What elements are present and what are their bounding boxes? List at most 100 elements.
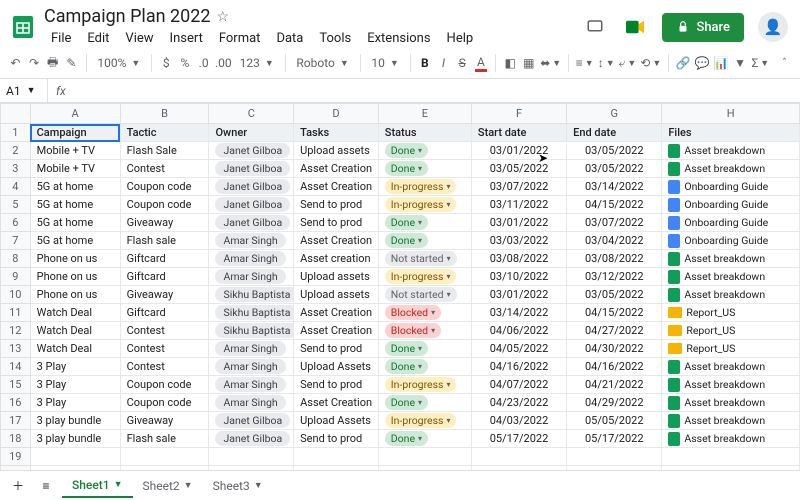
file-link[interactable]: Onboarding Guide xyxy=(668,216,793,230)
row-header[interactable]: 20 xyxy=(1,466,31,471)
cell[interactable]: 04/06/2022 xyxy=(471,322,566,340)
file-link[interactable]: Onboarding Guide xyxy=(668,198,793,212)
cell[interactable]: Amar Singh xyxy=(209,232,294,250)
file-link[interactable]: Asset breakdown xyxy=(668,432,793,446)
col-header-H[interactable]: H xyxy=(662,104,800,124)
borders-icon[interactable]: ▦ xyxy=(522,52,537,74)
cell[interactable]: Janet Gilboa xyxy=(209,142,294,160)
cell[interactable]: Asset breakdown xyxy=(662,268,800,286)
bold-button[interactable]: B xyxy=(417,52,432,74)
menu-help[interactable]: Help xyxy=(440,29,481,48)
row-header[interactable]: 8 xyxy=(1,250,31,268)
chart-icon[interactable]: 📊 xyxy=(714,52,729,74)
add-sheet-button[interactable]: ＋ xyxy=(6,475,30,497)
cell[interactable] xyxy=(120,448,209,466)
cell[interactable]: 04/07/2022 xyxy=(471,376,566,394)
cell[interactable]: Upload Assets xyxy=(294,358,379,376)
cell[interactable]: 04/21/2022 xyxy=(567,376,662,394)
increase-decimal-icon[interactable]: .00 xyxy=(215,52,232,74)
col-header-D[interactable]: D xyxy=(294,104,379,124)
functions-icon[interactable]: Σ▼ xyxy=(751,52,769,74)
decrease-decimal-icon[interactable]: .0 xyxy=(196,52,211,74)
row-header[interactable]: 12 xyxy=(1,322,31,340)
paint-format-icon[interactable]: ✎ xyxy=(64,52,79,74)
menu-edit[interactable]: Edit xyxy=(80,29,116,48)
cell[interactable]: Coupon code xyxy=(120,394,209,412)
cell[interactable]: Phone on us xyxy=(30,268,120,286)
cell[interactable]: Giftcard xyxy=(120,250,209,268)
cell[interactable]: Not started▾ xyxy=(378,250,471,268)
file-link[interactable]: Asset breakdown xyxy=(668,288,793,302)
cell[interactable]: 3 Play xyxy=(30,394,120,412)
print-icon[interactable]: 🖶 xyxy=(45,52,60,74)
owner-chip[interactable]: Sikhu Baptista xyxy=(215,305,293,320)
cell[interactable]: Report_US xyxy=(662,322,800,340)
cell[interactable]: Mobile + TV xyxy=(30,160,120,178)
cell[interactable]: Onboarding Guide xyxy=(662,196,800,214)
menu-file[interactable]: File xyxy=(44,29,78,48)
cell[interactable]: 03/07/2022 xyxy=(471,178,566,196)
owner-chip[interactable]: Amar Singh xyxy=(215,359,285,374)
cell[interactable]: Asset creation xyxy=(294,250,379,268)
cell[interactable]: 3 play bundle xyxy=(30,430,120,448)
cell[interactable]: Onboarding Guide xyxy=(662,214,800,232)
file-link[interactable]: Report_US xyxy=(668,342,793,355)
cell[interactable]: Contest xyxy=(120,160,209,178)
italic-button[interactable]: I xyxy=(436,52,451,74)
cell[interactable]: Done▾ xyxy=(378,430,471,448)
cell[interactable]: Janet Gilboa xyxy=(209,196,294,214)
status-pill[interactable]: Blocked▾ xyxy=(385,323,441,338)
cell[interactable]: In-progress▾ xyxy=(378,412,471,430)
cell[interactable]: Asset Creation xyxy=(294,304,379,322)
file-link[interactable]: Asset breakdown xyxy=(668,270,793,284)
undo-icon[interactable]: ↶ xyxy=(8,52,23,74)
row-header[interactable]: 17 xyxy=(1,412,31,430)
cell[interactable]: Sikhu Baptista xyxy=(209,286,294,304)
num-format-select[interactable]: 123▼ xyxy=(236,56,278,70)
header-cell[interactable]: Status xyxy=(378,124,471,142)
cell[interactable] xyxy=(662,448,800,466)
owner-chip[interactable]: Amar Singh xyxy=(215,341,285,356)
cell[interactable]: Asset Creation xyxy=(294,322,379,340)
cell[interactable]: Upload Assets xyxy=(294,412,379,430)
cell[interactable] xyxy=(567,448,662,466)
cell[interactable]: Janet Gilboa xyxy=(209,412,294,430)
owner-chip[interactable]: Amar Singh xyxy=(215,269,285,284)
cell[interactable]: 03/05/2022 xyxy=(567,142,662,160)
row-header[interactable]: 1 xyxy=(1,124,31,142)
merge-cells-icon[interactable]: ⬌▼ xyxy=(540,52,561,74)
cell[interactable]: Giveaway xyxy=(120,214,209,232)
cell[interactable]: Contest xyxy=(120,358,209,376)
file-link[interactable]: Asset breakdown xyxy=(668,396,793,410)
row-header[interactable]: 11 xyxy=(1,304,31,322)
header-cell[interactable]: Start date xyxy=(471,124,566,142)
cell[interactable]: 04/23/2022 xyxy=(471,394,566,412)
cell[interactable]: Coupon code xyxy=(120,178,209,196)
row-header[interactable]: 14 xyxy=(1,358,31,376)
redo-icon[interactable]: ↷ xyxy=(27,52,42,74)
menu-extensions[interactable]: Extensions xyxy=(360,29,437,48)
status-pill[interactable]: In-progress▾ xyxy=(385,197,457,212)
menu-insert[interactable]: Insert xyxy=(163,29,210,48)
row-header[interactable]: 18 xyxy=(1,430,31,448)
file-link[interactable]: Report_US xyxy=(668,306,793,319)
owner-chip[interactable]: Janet Gilboa xyxy=(215,161,290,176)
cell[interactable]: 5G at home xyxy=(30,196,120,214)
cell[interactable]: Report_US xyxy=(662,304,800,322)
cell[interactable]: 03/05/2022 xyxy=(567,286,662,304)
status-pill[interactable]: Done▾ xyxy=(385,395,428,410)
cell[interactable]: 3 play bundle xyxy=(30,412,120,430)
cell[interactable]: 3 Play xyxy=(30,358,120,376)
cell[interactable]: Onboarding Guide xyxy=(662,178,800,196)
col-header-F[interactable]: F xyxy=(471,104,566,124)
cell[interactable]: Amar Singh xyxy=(209,340,294,358)
cell[interactable]: Done▾ xyxy=(378,232,471,250)
header-cell[interactable]: Campaign xyxy=(30,124,120,142)
cell[interactable]: Asset breakdown xyxy=(662,250,800,268)
status-pill[interactable]: In-progress▾ xyxy=(385,377,457,392)
col-header-E[interactable]: E xyxy=(378,104,471,124)
row-header[interactable]: 3 xyxy=(1,160,31,178)
cell[interactable]: Done▾ xyxy=(378,160,471,178)
cell[interactable]: Sikhu Baptista xyxy=(209,304,294,322)
doc-title[interactable]: Campaign Plan 2022 xyxy=(44,6,210,27)
